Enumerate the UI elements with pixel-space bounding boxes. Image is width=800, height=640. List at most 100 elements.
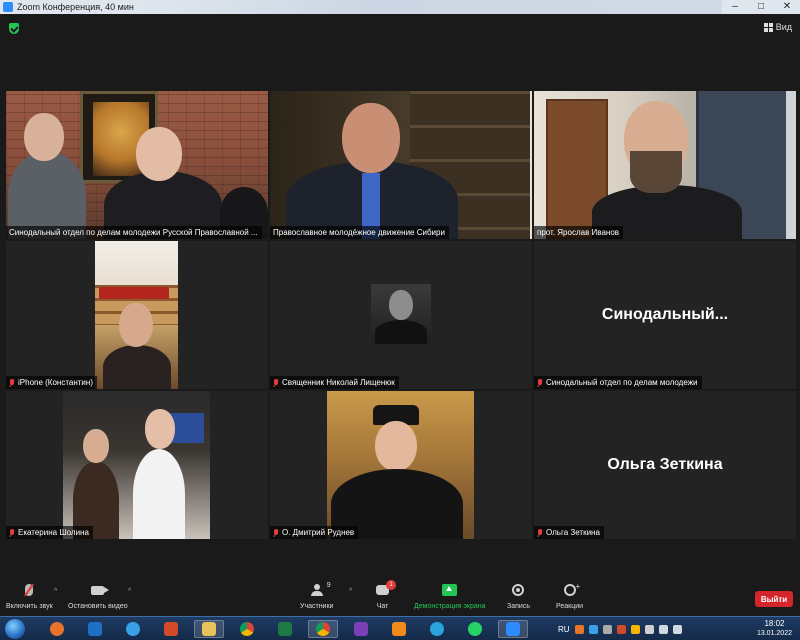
network-icon[interactable] (658, 624, 668, 634)
input-language[interactable]: RU (558, 625, 570, 634)
outlook-icon (88, 622, 102, 636)
taskbar-app-visual-studio[interactable] (346, 620, 376, 638)
participant-namebar: Синодальный отдел по делам молодежи (534, 376, 702, 389)
clock-time: 18:02 (764, 619, 785, 628)
telegram-icon (430, 622, 444, 636)
leave-meeting-button[interactable]: Выйти (755, 591, 793, 607)
windows-taskbar: RU 18:02 13.01.2022 (0, 616, 800, 640)
share-screen-button[interactable]: Демонстрация экрана (414, 582, 486, 610)
participants-options-caret[interactable]: ^ (349, 588, 352, 595)
taskbar-app-media[interactable] (156, 620, 186, 638)
participant-name: прот. Ярослав Иванов (537, 228, 620, 237)
video-tile[interactable]: iPhone (Константин) (6, 241, 268, 389)
stop-video-label: Остановить видео (68, 603, 128, 610)
reactions-button[interactable]: + Реакции (556, 582, 583, 610)
tool-app-icon (50, 622, 64, 636)
chrome-icon (240, 622, 254, 636)
view-button[interactable]: Вид (763, 22, 792, 32)
participant-name: iPhone (Константин) (18, 378, 93, 387)
gallery-grid: Синодальный отдел по делам молодежи Русс… (6, 91, 797, 540)
video-tile[interactable]: Православное молодёжное движение Сибири (270, 91, 532, 239)
taskbar-app-whatsapp[interactable] (460, 620, 490, 638)
taskbar-app-excel[interactable] (270, 620, 300, 638)
participant-display-name: Ольга Зеткина (607, 456, 723, 473)
share-screen-icon (442, 584, 458, 596)
system-tray: RU (558, 617, 682, 640)
tray-app-icon[interactable] (602, 624, 612, 634)
meeting-controls-toolbar: Включить звук ^ Остановить видео ^ 9 Уча… (0, 578, 800, 616)
share-screen-label: Демонстрация экрана (414, 603, 486, 610)
taskbar-app-tool[interactable] (42, 620, 72, 638)
participant-name: Синодальный отдел по делам молодежи Русс… (9, 228, 258, 237)
mic-muted-icon (273, 378, 279, 387)
tray-app-icon[interactable] (588, 624, 598, 634)
zoom-icon (506, 622, 520, 636)
taskbar-app-folder[interactable] (194, 620, 224, 638)
profile-avatar (371, 284, 431, 344)
video-feed (534, 91, 796, 239)
chrome-icon (316, 622, 330, 636)
unmute-button[interactable]: Включить звук (6, 582, 53, 610)
video-feed (270, 91, 532, 239)
taskbar-app-telegram[interactable] (422, 620, 452, 638)
profile-photo (327, 391, 474, 539)
participant-namebar: iPhone (Константин) (6, 376, 97, 389)
participants-count: 9 (326, 582, 331, 589)
taskbar-app-chrome[interactable] (232, 620, 262, 638)
video-tile[interactable]: Синодальный... Синодальный отдел по дела… (534, 241, 796, 389)
video-tile[interactable]: О. Дмитрий Руднев (270, 391, 532, 539)
video-tile[interactable]: Синодальный отдел по делам молодежи Русс… (6, 91, 268, 239)
chat-label: Чат (376, 603, 389, 610)
video-tile[interactable]: Ольга Зеткина Ольга Зеткина (534, 391, 796, 539)
taskbar-app-ie[interactable] (118, 620, 148, 638)
volume-icon[interactable] (672, 624, 682, 634)
taskbar-app-zoom[interactable] (498, 620, 528, 638)
maximize-button[interactable]: □ (748, 0, 774, 14)
participant-namebar: Священник Николай Лищенюк (270, 376, 399, 389)
record-button[interactable]: Запись (507, 582, 530, 610)
whatsapp-icon (468, 622, 482, 636)
media-icon (164, 622, 178, 636)
chat-button[interactable]: 1 Чат (376, 580, 396, 610)
mic-muted-icon (25, 584, 34, 596)
video-tile-active-speaker[interactable]: прот. Ярослав Иванов (534, 91, 796, 239)
meeting-topbar: Вид (0, 14, 800, 42)
taskbar-app-outlook[interactable] (80, 620, 110, 638)
video-feed (63, 391, 210, 539)
participant-name: Священник Николай Лищенюк (282, 378, 395, 387)
minimize-button[interactable]: – (722, 0, 748, 14)
participants-icon: 9 (309, 582, 331, 596)
participant-namebar: Ольга Зеткина (534, 526, 604, 539)
tray-app-icon[interactable] (630, 624, 640, 634)
close-button[interactable]: ✕ (774, 0, 800, 14)
titlebar-blur (133, 0, 722, 14)
participant-name: Екатерина Шолина (18, 528, 89, 537)
mic-muted-icon (537, 528, 543, 537)
reactions-icon: + (563, 582, 580, 596)
video-tile[interactable]: Священник Николай Лищенюк (270, 241, 532, 389)
plus-icon: + (575, 582, 581, 591)
participant-name: Синодальный отдел по делам молодежи (546, 378, 698, 387)
audio-options-caret[interactable]: ^ (54, 588, 57, 595)
participant-namebar: Екатерина Шолина (6, 526, 93, 539)
taskbar-app-chrome-2[interactable] (308, 620, 338, 638)
tray-app-icon[interactable] (644, 624, 654, 634)
shield-check-icon[interactable] (9, 23, 19, 34)
unmute-label: Включить звук (6, 603, 53, 610)
folder-icon (202, 622, 216, 636)
video-options-caret[interactable]: ^ (128, 588, 131, 595)
taskbar-app-player[interactable] (384, 620, 414, 638)
tray-app-icon[interactable] (616, 624, 626, 634)
window-titlebar: Zoom Конференция, 40 мин – □ ✕ (0, 0, 800, 14)
zoom-app-icon (3, 2, 13, 12)
reactions-label: Реакции (556, 603, 584, 610)
tray-app-icon[interactable] (574, 624, 584, 634)
clock-date: 13.01.2022 (756, 630, 792, 637)
mic-muted-icon (273, 528, 279, 537)
stop-video-button[interactable]: Остановить видео (68, 582, 128, 610)
mic-muted-icon (537, 378, 543, 387)
video-tile[interactable]: Екатерина Шолина (6, 391, 268, 539)
participants-button[interactable]: 9 Участники (300, 582, 333, 610)
start-button[interactable] (5, 619, 25, 639)
system-clock[interactable]: 18:02 13.01.2022 (757, 619, 792, 639)
